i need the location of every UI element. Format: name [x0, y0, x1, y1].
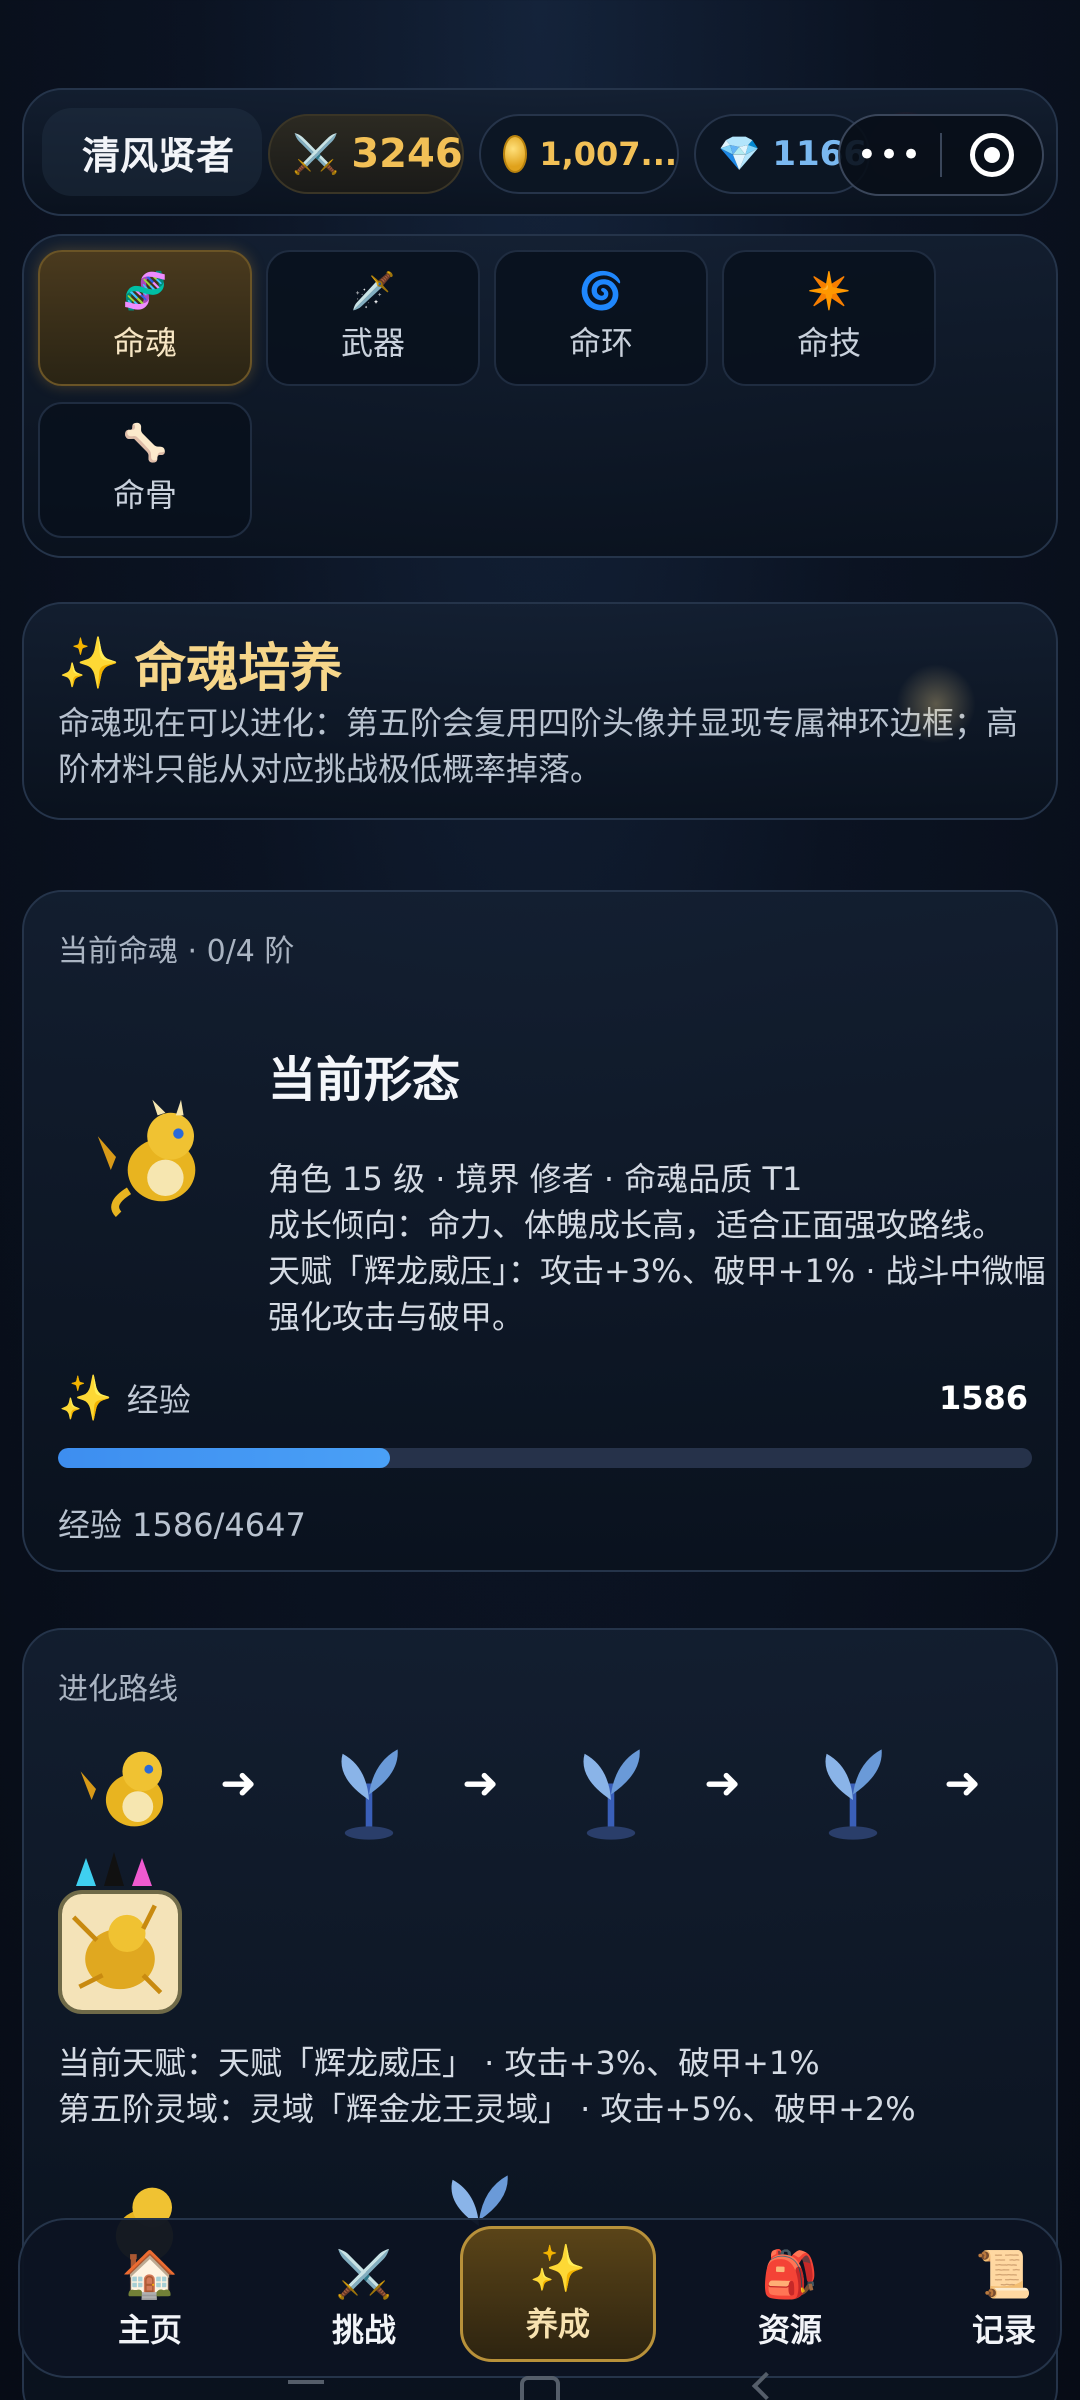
nav-cultivate[interactable]: ✨ 养成 [460, 2226, 656, 2362]
nav-records[interactable]: 📜 记录 [906, 2234, 1080, 2366]
intro-card: ✨ 命魂培养 命魂现在可以进化：第五阶会复用四阶头像并显现专属神环边框；高阶材料… [22, 602, 1058, 820]
current-talent-line: 当前天赋：天赋「辉龙威压」 · 攻击+3%、破甲+1% [58, 2044, 820, 2082]
house-icon: 🏠 [121, 2247, 179, 2301]
more-button[interactable]: ••• [840, 116, 940, 194]
tab-label: 武器 [340, 324, 405, 362]
top-bar: 清风贤者 ⚔️ 3246 1,007... 💎 1166 ••• [22, 88, 1058, 216]
exp-progress-fill [58, 1448, 391, 1468]
nav-label: 记录 [971, 2311, 1036, 2349]
burst-icon: ✴️ [806, 271, 852, 312]
intro-description: 命魂现在可以进化：第五阶会复用四阶头像并显现专属神环边框；高阶材料只能从对应挑战… [58, 704, 1019, 788]
evo-node-sprout[interactable] [798, 1734, 908, 1844]
exp-value: 1586 [938, 1379, 1028, 1417]
evo-node-dragon[interactable] [74, 1734, 184, 1844]
back-icon[interactable] [751, 2371, 781, 2400]
nav-label: 挑战 [331, 2311, 396, 2349]
sparkle-decoration [896, 664, 976, 744]
exp-row: ✨ 经验 1586 [58, 1372, 1028, 1424]
dagger-icon: 🗡️ [350, 271, 396, 312]
miniprogram-capsule: ••• [838, 114, 1044, 196]
arrow-right-icon: ➜ [220, 1758, 257, 1809]
target-icon [969, 133, 1014, 177]
power-value: 3246 [351, 131, 463, 177]
sparkles-icon: ✨ [58, 634, 121, 692]
scroll-icon: 📜 [975, 2247, 1033, 2301]
evo-node-sprout[interactable] [556, 1734, 666, 1844]
tab-weapon[interactable]: 🗡️ 武器 [266, 250, 480, 386]
nav-home[interactable]: 🏠 主页 [52, 2234, 248, 2366]
power-badge[interactable]: ⚔️ 3246 [268, 114, 464, 194]
bottom-navigation: 🏠 主页 ⚔️ 挑战 ✨ 养成 🎒 资源 📜 记录 [18, 2218, 1062, 2378]
spiral-icon: 🌀 [578, 271, 624, 312]
tab-ring[interactable]: 🌀 命环 [494, 250, 708, 386]
tab-label: 命环 [568, 324, 633, 362]
coin-icon [503, 135, 528, 173]
dna-icon: 🧬 [122, 271, 168, 312]
nav-challenge[interactable]: ⚔️ 挑战 [266, 2234, 462, 2366]
close-target-button[interactable] [942, 116, 1042, 194]
tab-label: 命技 [796, 324, 861, 362]
current-form-card: 当前命魂 · 0/4 阶 当前形态 角色 15 级 · 境界 修者 · 命魂品质… [22, 890, 1058, 1572]
coin-badge[interactable]: 1,007... [479, 114, 679, 194]
home-icon[interactable] [520, 2376, 560, 2400]
tab-skill[interactable]: ✴️ 命技 [722, 250, 936, 386]
nav-label: 主页 [117, 2311, 182, 2349]
crossed-swords-icon: ⚔️ [335, 2247, 393, 2301]
exp-progress-bar [58, 1448, 1032, 1468]
arrow-right-icon: ➜ [704, 1758, 741, 1809]
menu-icon[interactable] [288, 2380, 324, 2384]
nav-label: 养成 [525, 2305, 590, 2343]
form-title: 当前形态 [268, 1052, 461, 1108]
sparkles-icon: ✨ [529, 2241, 587, 2295]
exp-label: 经验 [126, 1381, 191, 1419]
bone-icon: 🦴 [122, 423, 168, 464]
intro-title: ✨ 命魂培养 [58, 626, 342, 701]
tab-soul[interactable]: 🧬 命魂 [38, 250, 252, 386]
golden-dragon-avatar [97, 1099, 196, 1217]
coin-value: 1,007... [539, 135, 677, 173]
evo-node-sprout[interactable] [314, 1734, 424, 1844]
form-details: 角色 15 级 · 境界 修者 · 命魂品质 T1 成长倾向：命力、体魄成长高，… [268, 1156, 1048, 1340]
nav-label: 资源 [757, 2311, 822, 2349]
backpack-icon: 🎒 [761, 2247, 819, 2301]
category-tabs: 🧬 命魂 🗡️ 武器 🌀 命环 ✴️ 命技 🦴 命骨 [22, 234, 1058, 558]
section-label: 当前命魂 · 0/4 阶 [58, 934, 295, 969]
fifth-domain-line: 第五阶灵域：灵域「辉金龙王灵域」 · 攻击+5%、破甲+2% [58, 2090, 916, 2128]
form-line: 角色 15 级 · 境界 修者 · 命魂品质 T1 [268, 1160, 803, 1198]
diamond-icon: 💎 [718, 134, 761, 174]
nav-resources[interactable]: 🎒 资源 [692, 2234, 888, 2366]
evo-details: 当前天赋：天赋「辉龙威压」 · 攻击+3%、破甲+1% 第五阶灵域：灵域「辉金龙… [58, 2040, 916, 2132]
arrow-right-icon: ➜ [944, 1758, 981, 1809]
crossed-swords-icon: ⚔️ [292, 131, 340, 176]
section-label: 进化路线 [58, 1672, 178, 1707]
player-name[interactable]: 清风贤者 [42, 108, 262, 196]
crown-icon [76, 1852, 152, 1886]
system-navigation-bar [0, 2371, 1080, 2400]
intro-title-text: 命魂培养 [134, 639, 343, 699]
form-line: 天赋「辉龙威压」：攻击+3%、破甲+1% · 战斗中微幅强化攻击与破甲。 [268, 1252, 1046, 1336]
sparkles-icon: ✨ [58, 1373, 113, 1424]
tab-bone[interactable]: 🦴 命骨 [38, 402, 252, 538]
form-line: 成长倾向：命力、体魄成长高，适合正面强攻路线。 [268, 1206, 1005, 1244]
tab-label: 命魂 [112, 324, 177, 362]
tab-label: 命骨 [112, 476, 177, 514]
evo-node-final[interactable] [58, 1890, 182, 2014]
exp-text: 经验 1586/4647 [58, 1506, 306, 1544]
golden-dragon-framed-avatar [62, 1894, 178, 2010]
arrow-right-icon: ➜ [462, 1758, 499, 1809]
